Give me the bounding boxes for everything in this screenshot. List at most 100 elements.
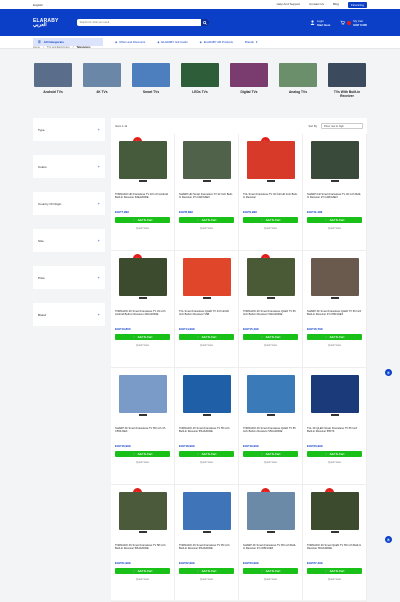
product-card[interactable]: TCL Smart Frameless QLED TV 43 Full HD I… [175, 251, 239, 368]
search-button[interactable] [200, 19, 209, 26]
sort-select[interactable]: Price: low to high [321, 123, 363, 129]
product-image[interactable] [118, 492, 167, 533]
filter-price[interactable]: Price + [33, 266, 105, 289]
product-card[interactable]: SaleTORNADO 4K Smart Frameless QLED TV 5… [239, 251, 303, 368]
product-image[interactable] [118, 258, 167, 299]
product-card[interactable]: SHARP Full Smart Frameless TV 40 Inch Bu… [303, 134, 367, 251]
search-input[interactable]: Search for what you need [76, 19, 209, 26]
language-selector[interactable]: English [33, 3, 43, 7]
nav-item-brands[interactable]: Brands ▾ [245, 40, 257, 44]
product-name[interactable]: TORNADO 4K Smart Frameless TV 55 Inch Bu… [179, 427, 234, 437]
contact-link[interactable]: Contact Us [309, 2, 324, 8]
quick-view-link[interactable]: Quick View [307, 461, 362, 464]
product-image[interactable] [310, 258, 359, 299]
product-name[interactable]: SHARP Full Smart Frameless TV 40 Inch Bu… [307, 193, 362, 203]
product-card[interactable]: SHARP 4K Smart Frameless QLED TV 50 Inch… [303, 251, 367, 368]
accessibility-button[interactable]: ♿ [385, 369, 392, 376]
product-image[interactable] [246, 375, 295, 416]
product-name[interactable]: TCL Smart Frameless TV 32 Full HD Inch B… [243, 193, 298, 203]
add-to-cart-button[interactable]: 🛒 Add To Cart [179, 568, 234, 574]
product-name[interactable]: SHARP HD Smart Frameless TV 32 Inch Buil… [179, 193, 234, 203]
product-card[interactable]: SaleTORNADO 4K Smart Frameless TV 58 Inc… [111, 485, 175, 602]
product-name[interactable]: TORNADO 4K Smart Frameless TV 43 Inch An… [115, 310, 170, 320]
quick-view-link[interactable]: Quick View [243, 578, 298, 581]
filter-country-of-origin[interactable]: Country Of Origin + [33, 192, 105, 215]
product-card[interactable]: SaleTCL Smart Frameless TV 32 Full HD In… [239, 134, 303, 251]
add-to-cart-button[interactable]: 🛒 Add To Cart [179, 334, 234, 340]
product-card[interactable]: SHARP HD Smart Frameless TV 32 Inch Buil… [175, 134, 239, 251]
product-image[interactable] [118, 141, 167, 182]
add-to-cart-button[interactable]: 🛒 Add To Cart [179, 217, 234, 223]
subcategory-item[interactable]: TVs With Built-in Receiver [327, 63, 367, 98]
nav-item-offers[interactable]: ◈ Offers and Discounts [115, 40, 145, 44]
quick-view-link[interactable]: Quick View [243, 461, 298, 464]
breadcrumb-home[interactable]: Home [33, 46, 40, 49]
product-card[interactable]: SaleTORNADO 4K Smart QLED TV 65 Inch Bui… [303, 485, 367, 602]
product-card[interactable]: SHARP 4K Smart Frameless TV 55 Inch 4T-C… [111, 368, 175, 485]
quick-view-link[interactable]: Quick View [115, 461, 170, 464]
blog-link[interactable]: Blog [333, 2, 339, 8]
product-name[interactable]: TORNADO 4K Smart Frameless QLED TV 50 In… [243, 310, 298, 320]
add-to-cart-button[interactable]: 🛒 Add To Cart [307, 217, 362, 223]
add-to-cart-button[interactable]: 🛒 Add To Cart [115, 334, 170, 340]
quick-view-link[interactable]: Quick View [115, 227, 170, 230]
product-name[interactable]: SHARP 4K Smart Frameless QLED TV 50 Inch… [307, 310, 362, 320]
product-name[interactable]: TORNADO 4K Smart Frameless TV 58 Inch Bu… [115, 544, 170, 554]
add-to-cart-button[interactable]: 🛒 Add To Cart [243, 334, 298, 340]
product-card[interactable]: SaleTORNADO HD Frameless TV 32 Inch Andr… [111, 134, 175, 251]
product-image[interactable] [246, 492, 295, 533]
add-to-cart-button[interactable]: 🛒 Add To Cart [307, 451, 362, 457]
product-card[interactable]: TCL 4K QLED Smart Frameless TV 55 Inch B… [303, 368, 367, 485]
subcategory-item[interactable]: 4K TVs [82, 63, 122, 98]
add-to-cart-button[interactable]: 🛒 Add To Cart [115, 568, 170, 574]
product-image[interactable] [182, 492, 231, 533]
subcategory-item[interactable]: Analog TVs [278, 63, 318, 98]
product-name[interactable]: SHARP 4K Smart Frameless TV 65 Inch Buil… [243, 544, 298, 554]
product-name[interactable]: TCL Smart Frameless QLED TV 43 Full HD I… [179, 310, 234, 320]
subcategory-item[interactable]: Digital TVs [229, 63, 269, 98]
quick-view-link[interactable]: Quick View [179, 578, 234, 581]
financing-link[interactable]: Financing [347, 1, 367, 8]
product-image[interactable] [246, 141, 295, 182]
product-card[interactable]: TORNADO 4K Smart Frameless TV 55 Inch Bu… [175, 368, 239, 485]
product-name[interactable]: TCL 4K QLED Smart Frameless TV 55 Inch B… [307, 427, 362, 437]
add-to-cart-button[interactable]: 🛒 Add To Cart [243, 451, 298, 457]
all-categories-button[interactable]: ☰ All Categories [33, 38, 103, 46]
product-image[interactable] [182, 258, 231, 299]
quick-view-link[interactable]: Quick View [179, 344, 234, 347]
filter-colors[interactable]: Colors + [33, 155, 105, 178]
product-card[interactable]: SaleSHARP 4K Smart Frameless TV 65 Inch … [239, 485, 303, 602]
quick-view-link[interactable]: Quick View [307, 344, 362, 347]
add-to-cart-button[interactable]: 🛒 Add To Cart [115, 451, 170, 457]
nav-item-gift-cards[interactable]: ◈ ELARABY Gift Cards [157, 40, 187, 44]
add-to-cart-button[interactable]: 🛒 Add To Cart [179, 451, 234, 457]
quick-view-link[interactable]: Quick View [115, 344, 170, 347]
subcategory-item[interactable]: Smart TVs [131, 63, 171, 98]
filter-brand[interactable]: Brand + [33, 303, 105, 326]
quick-view-link[interactable]: Quick View [115, 578, 170, 581]
add-to-cart-button[interactable]: 🛒 Add To Cart [115, 217, 170, 223]
quick-view-link[interactable]: Quick View [179, 461, 234, 464]
product-image[interactable] [118, 375, 167, 416]
product-name[interactable]: TORNADO HD Frameless TV 32 Inch Android … [115, 193, 170, 203]
quick-view-link[interactable]: Quick View [307, 227, 362, 230]
product-image[interactable] [182, 375, 231, 416]
product-image[interactable] [246, 258, 295, 299]
product-image[interactable] [310, 141, 359, 182]
help-link[interactable]: Help And Support [277, 2, 301, 8]
account-button[interactable]: Login Start Here [310, 19, 330, 27]
add-to-cart-button[interactable]: 🛒 Add To Cart [307, 568, 362, 574]
add-to-cart-button[interactable]: 🛒 Add To Cart [243, 217, 298, 223]
product-card[interactable]: SaleTORNADO 4K Smart Frameless TV 43 Inc… [111, 251, 175, 368]
quick-view-link[interactable]: Quick View [179, 227, 234, 230]
accessibility-button[interactable]: ♿ [385, 536, 392, 543]
filter-type[interactable]: Type + [33, 118, 105, 141]
add-to-cart-button[interactable]: 🛒 Add To Cart [243, 568, 298, 574]
breadcrumb-category[interactable]: TVs and Electronics [47, 46, 70, 49]
product-card[interactable]: TORNADO 4K Smart Frameless QLED TV 55 In… [239, 368, 303, 485]
product-name[interactable]: TORNADO 4K Smart Frameless TV 65 Inch Bu… [179, 544, 234, 554]
product-image[interactable] [310, 375, 359, 416]
add-to-cart-button[interactable]: 🛒 Add To Cart [307, 334, 362, 340]
quick-view-link[interactable]: Quick View [243, 344, 298, 347]
product-name[interactable]: TORNADO 4K Smart Frameless QLED TV 55 In… [243, 427, 298, 437]
